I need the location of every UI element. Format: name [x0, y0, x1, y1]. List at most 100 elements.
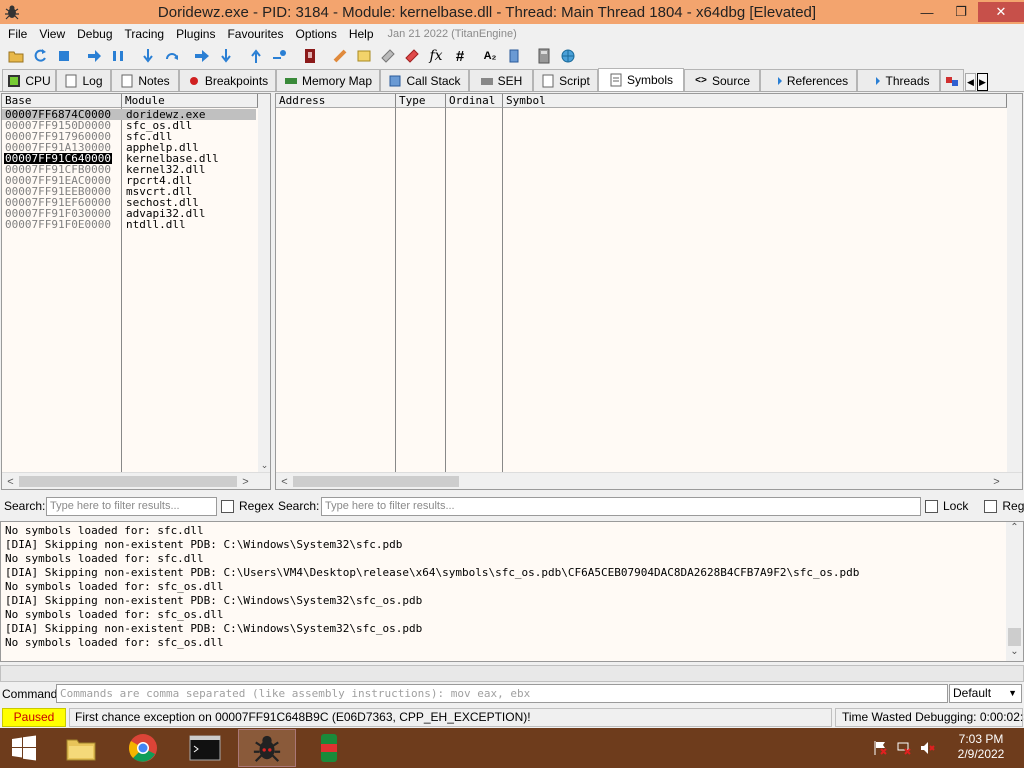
- tab-log[interactable]: Log: [56, 69, 111, 91]
- tab-notes[interactable]: Notes: [111, 69, 179, 91]
- log-vertical-scrollbar[interactable]: ⌃ ⌄: [1006, 522, 1023, 661]
- close-button[interactable]: ✕: [978, 2, 1024, 22]
- lock-checkbox[interactable]: [925, 499, 938, 513]
- step-into-icon[interactable]: [136, 45, 160, 67]
- tab-script[interactable]: Script: [533, 69, 598, 91]
- scroll-right-arrow-icon[interactable]: >: [988, 473, 1005, 489]
- run-icon[interactable]: [82, 45, 106, 67]
- regex-checkbox[interactable]: [984, 499, 998, 513]
- column-header-module[interactable]: Module: [122, 94, 258, 108]
- tab-scroll-right-button[interactable]: ▶: [977, 73, 988, 91]
- scroll-up-arrow-icon[interactable]: ⌃: [1006, 522, 1023, 537]
- horizontal-scrollbar[interactable]: < >: [2, 472, 270, 489]
- splitter-bar[interactable]: [0, 665, 1024, 682]
- label-icon[interactable]: [376, 45, 400, 67]
- horizontal-scrollbar[interactable]: < >: [276, 472, 1022, 489]
- column-header-base[interactable]: Base: [2, 94, 122, 108]
- menu-view[interactable]: View: [33, 27, 71, 41]
- log-line: No symbols loaded for: sfc_os.dll: [5, 636, 224, 649]
- scroll-left-arrow-icon[interactable]: <: [276, 473, 293, 489]
- column-header-address[interactable]: Address: [276, 94, 396, 108]
- scrollbar-thumb[interactable]: [293, 476, 459, 487]
- hash-icon[interactable]: #: [448, 45, 472, 67]
- memory-icon[interactable]: [502, 45, 526, 67]
- tab-call-stack[interactable]: Call Stack: [380, 69, 469, 91]
- command-prompt-icon[interactable]: [176, 729, 234, 767]
- scrollbar-thumb[interactable]: [19, 476, 237, 487]
- globe-icon[interactable]: [556, 45, 580, 67]
- tab-symbols[interactable]: Symbols: [598, 68, 684, 91]
- x64dbg-taskbar-icon[interactable]: [238, 729, 296, 767]
- scroll-left-arrow-icon[interactable]: <: [2, 473, 19, 489]
- menu-debug[interactable]: Debug: [71, 27, 118, 41]
- vertical-scrollbar[interactable]: [1007, 94, 1022, 473]
- menu-plugins[interactable]: Plugins: [170, 27, 221, 41]
- file-explorer-icon[interactable]: [52, 729, 110, 767]
- search-left-row: Search: Type here to filter results... R…: [4, 495, 274, 517]
- soda-can-app-icon[interactable]: [300, 729, 358, 767]
- symbols-list[interactable]: Address Type Ordinal Symbol < >: [275, 93, 1023, 490]
- column-header-ordinal[interactable]: Ordinal: [446, 94, 503, 108]
- step-over-icon[interactable]: [160, 45, 184, 67]
- tab-breakpoints[interactable]: Breakpoints: [179, 69, 276, 91]
- tab-threads[interactable]: Threads: [857, 69, 940, 91]
- module-search-input[interactable]: Type here to filter results...: [46, 496, 217, 516]
- system-clock[interactable]: 7:03 PM 2/9/2022: [946, 732, 1016, 762]
- volume-muted-icon[interactable]: [920, 740, 938, 756]
- function-icon[interactable]: fx: [424, 45, 448, 67]
- regex-label: Regex: [239, 499, 274, 513]
- patch-icon[interactable]: [328, 45, 352, 67]
- menu-favourites[interactable]: Favourites: [221, 27, 289, 41]
- action-center-flag-icon[interactable]: [872, 740, 890, 756]
- scroll-down-arrow-icon[interactable]: ⌄: [1006, 646, 1023, 661]
- vertical-scrollbar[interactable]: ⌄: [258, 94, 270, 473]
- log-line: No symbols loaded for: sfc_os.dll: [5, 580, 224, 593]
- comment-icon[interactable]: [352, 45, 376, 67]
- pause-icon[interactable]: [106, 45, 130, 67]
- scylla-icon[interactable]: [298, 45, 322, 67]
- tab-cpu[interactable]: CPU: [2, 69, 56, 91]
- minimize-button[interactable]: —: [910, 2, 944, 22]
- restore-button[interactable]: ❐: [944, 2, 978, 22]
- network-icon[interactable]: [896, 740, 914, 756]
- cpu-icon: [7, 74, 21, 88]
- stop-icon[interactable]: [52, 45, 76, 67]
- x64dbg-bug-icon[interactable]: [0, 0, 24, 24]
- tab-memory-map[interactable]: Memory Map: [276, 69, 380, 91]
- run-to-user-code-icon[interactable]: [268, 45, 292, 67]
- clock-date: 2/9/2022: [957, 747, 1005, 761]
- symbol-log-panel[interactable]: No symbols loaded for: sfc.dll [DIA] Skip…: [0, 521, 1024, 662]
- open-icon[interactable]: [4, 45, 28, 67]
- execute-till-return-icon[interactable]: [244, 45, 268, 67]
- chrome-icon[interactable]: [114, 729, 172, 767]
- window-title: Doridewz.exe - PID: 3184 - Module: kerne…: [157, 3, 817, 21]
- menu-options[interactable]: Options: [289, 27, 342, 41]
- menu-tracing[interactable]: Tracing: [119, 27, 171, 41]
- symbol-search-input[interactable]: Type here to filter results...: [321, 496, 921, 516]
- regex-label: Regex: [1002, 499, 1024, 513]
- scroll-right-arrow-icon[interactable]: >: [237, 473, 254, 489]
- tab-more[interactable]: [940, 69, 964, 91]
- menu-file[interactable]: File: [2, 27, 33, 41]
- tab-references[interactable]: References: [760, 69, 857, 91]
- regex-checkbox[interactable]: [221, 499, 234, 513]
- scrollbar-thumb[interactable]: [1008, 628, 1021, 646]
- bookmark-icon[interactable]: [400, 45, 424, 67]
- menu-help[interactable]: Help: [343, 27, 380, 41]
- calculator-icon[interactable]: [532, 45, 556, 67]
- command-mode-select[interactable]: Default ▼: [949, 684, 1022, 703]
- tab-source[interactable]: <> Source: [684, 69, 760, 91]
- column-divider: [121, 108, 122, 472]
- column-header-type[interactable]: Type: [396, 94, 446, 108]
- trace-into-icon[interactable]: [190, 45, 214, 67]
- command-input[interactable]: Commands are comma separated (like assem…: [56, 684, 948, 703]
- restart-icon[interactable]: [28, 45, 52, 67]
- modules-list[interactable]: Base Module 00007FF6874C0000 doridewz.exe…: [1, 93, 271, 490]
- trace-over-icon[interactable]: [214, 45, 238, 67]
- windows-start-icon[interactable]: [0, 729, 48, 767]
- tab-seh[interactable]: SEH: [469, 69, 533, 91]
- tab-scroll-left-button[interactable]: ◀: [965, 73, 976, 91]
- column-header-symbol[interactable]: Symbol: [503, 94, 1007, 108]
- string-format-icon[interactable]: A₂: [478, 45, 502, 67]
- windows-taskbar: 7:03 PM 2/9/2022: [0, 728, 1024, 768]
